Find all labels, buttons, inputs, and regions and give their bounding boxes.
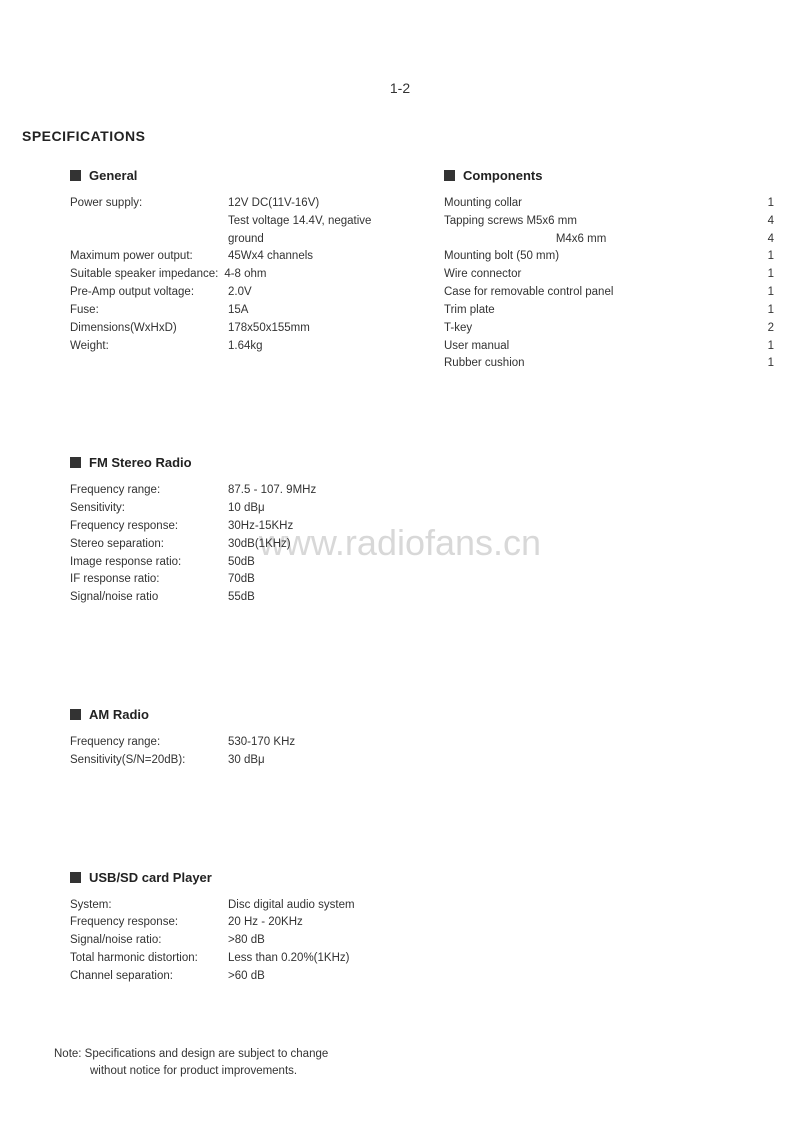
spec-label: Signal/noise ratio (70, 589, 228, 607)
bullet-icon (70, 709, 81, 720)
note-line2: without notice for product improvements. (54, 1063, 778, 1080)
spec-label: Weight: (70, 338, 228, 356)
spec-value: 70dB (228, 571, 404, 589)
comp-name: Rubber cushion (444, 355, 758, 373)
footer-note: Note: Specifications and design are subj… (54, 1046, 778, 1081)
comp-qty: 1 (758, 248, 778, 266)
comp-name: Wire connector (444, 266, 758, 284)
spec-label: Frequency response: (70, 518, 228, 536)
spec-value: Test voltage 14.4V, negative ground (228, 213, 404, 249)
bullet-icon (444, 170, 455, 181)
spec-value: >60 dB (228, 968, 404, 986)
comp-name: Mounting collar (444, 195, 758, 213)
comp-name: Case for removable control panel (444, 284, 758, 302)
spec-value: 178x50x155mm (228, 320, 404, 338)
spec-label: Dimensions(WxHxD) (70, 320, 228, 338)
spec-value: 30Hz-15KHz (228, 518, 404, 536)
spec-label: Sensitivity(S/N=20dB): (70, 752, 228, 770)
spec-label: Suitable speaker impedance: (70, 266, 224, 284)
bullet-icon (70, 170, 81, 181)
page-number: 1-2 (22, 80, 778, 96)
comp-qty: 1 (758, 195, 778, 213)
section-am: AM Radio Frequency range:530-170 KHz Sen… (70, 707, 404, 770)
spec-value: Less than 0.20%(1KHz) (228, 950, 404, 968)
comp-name: User manual (444, 338, 758, 356)
comp-name: Mounting bolt (50 mm) (444, 248, 758, 266)
spec-label: Channel separation: (70, 968, 228, 986)
section-usb: USB/SD card Player System:Disc digital a… (70, 870, 404, 986)
spec-value: 2.0V (228, 284, 404, 302)
comp-qty: 1 (758, 266, 778, 284)
spec-value: Disc digital audio system (228, 897, 404, 915)
section-components: Components Mounting collar1 Tapping scre… (444, 168, 778, 373)
spec-label: IF response ratio: (70, 571, 228, 589)
spec-label: Frequency range: (70, 734, 228, 752)
section-title-fm: FM Stereo Radio (89, 455, 192, 470)
spec-label: Total harmonic distortion: (70, 950, 228, 968)
spec-value: 20 Hz - 20KHz (228, 914, 404, 932)
section-general: General Power supply:12V DC(11V-16V) Tes… (70, 168, 404, 355)
spec-label: Sensitivity: (70, 500, 228, 518)
comp-name: Trim plate (444, 302, 758, 320)
section-title-general: General (89, 168, 137, 183)
spec-label: Power supply: (70, 195, 228, 213)
spec-label: Maximum power output: (70, 248, 228, 266)
bullet-icon (70, 872, 81, 883)
spec-label: System: (70, 897, 228, 915)
spec-value: 55dB (228, 589, 404, 607)
section-title-am: AM Radio (89, 707, 149, 722)
comp-qty: 4 (758, 213, 778, 231)
spec-value: 30dB(1KHz) (228, 536, 404, 554)
spec-value: 12V DC(11V-16V) (228, 195, 404, 213)
section-fm: FM Stereo Radio Frequency range:87.5 - 1… (70, 455, 404, 607)
spec-value: 30 dBμ (228, 752, 404, 770)
main-title: SPECIFICATIONS (22, 128, 778, 144)
comp-qty: 2 (758, 320, 778, 338)
spec-value: 530-170 KHz (228, 734, 404, 752)
spec-value: 50dB (228, 554, 404, 572)
spec-value: 10 dBμ (228, 500, 404, 518)
spec-value: 4-8 ohm (224, 266, 404, 284)
comp-qty: 1 (758, 338, 778, 356)
spec-label: Frequency range: (70, 482, 228, 500)
section-title-components: Components (463, 168, 542, 183)
comp-name: Tapping screws M5x6 mm (444, 213, 758, 231)
spec-label: Signal/noise ratio: (70, 932, 228, 950)
spec-label (70, 213, 228, 249)
bullet-icon (70, 457, 81, 468)
spec-value: 1.64kg (228, 338, 404, 356)
comp-name: M4x6 mm (444, 231, 758, 249)
spec-label: Image response ratio: (70, 554, 228, 572)
comp-qty: 4 (758, 231, 778, 249)
note-line1: Note: Specifications and design are subj… (54, 1046, 778, 1063)
comp-qty: 1 (758, 284, 778, 302)
comp-name: T-key (444, 320, 758, 338)
spec-label: Stereo separation: (70, 536, 228, 554)
spec-label: Frequency response: (70, 914, 228, 932)
section-title-usb: USB/SD card Player (89, 870, 212, 885)
spec-value: 45Wx4 channels (228, 248, 404, 266)
spec-value: 15A (228, 302, 404, 320)
spec-value: >80 dB (228, 932, 404, 950)
spec-value: 87.5 - 107. 9MHz (228, 482, 404, 500)
spec-label: Fuse: (70, 302, 228, 320)
comp-qty: 1 (758, 355, 778, 373)
comp-qty: 1 (758, 302, 778, 320)
spec-label: Pre-Amp output voltage: (70, 284, 228, 302)
